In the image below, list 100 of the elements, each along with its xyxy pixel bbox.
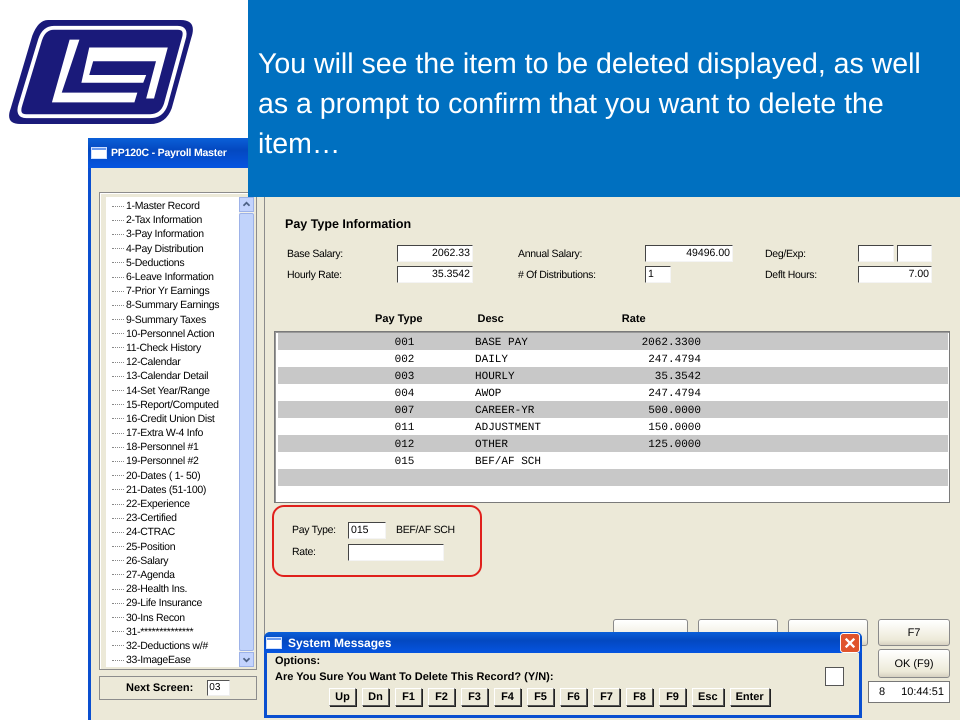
key-button[interactable]: Esc bbox=[692, 688, 724, 706]
column-header: Rate bbox=[622, 313, 646, 327]
tree-item[interactable]: 9-Summary Taxes bbox=[126, 314, 206, 326]
tree-item[interactable]: 19-Personnel #2 bbox=[126, 455, 199, 468]
tree-item[interactable]: 8-Summary Earnings bbox=[126, 299, 220, 312]
next-screen-label: Next Screen: bbox=[126, 682, 194, 694]
window-title: PP120C - Payroll Master bbox=[111, 147, 227, 159]
confirm-question: Are You Sure You Want To Delete This Record? (Y/N): bbox=[275, 670, 554, 682]
field-label: Annual Salary: bbox=[518, 248, 584, 260]
options-label: Options: bbox=[275, 655, 322, 667]
tree-item[interactable]: 15-Report/Computed bbox=[126, 398, 219, 411]
input-field[interactable] bbox=[348, 544, 444, 560]
key-button[interactable]: Enter bbox=[730, 688, 770, 706]
tree-item[interactable]: 29-Life Insurance bbox=[126, 597, 202, 610]
key-button[interactable]: F1 bbox=[395, 688, 422, 706]
tree-item[interactable]: 3-Pay Information bbox=[126, 228, 204, 240]
tree-item[interactable]: 27-Agenda bbox=[126, 568, 175, 581]
table-cell-text: 007 bbox=[394, 404, 416, 416]
next-screen-field[interactable]: 03 bbox=[207, 680, 230, 696]
tree-item[interactable]: 22-Experience bbox=[126, 498, 190, 510]
pay-type-list[interactable]: 001 BASE PAY 2062.3300 002 DAILY 247.4794 003 HOURLY 35.3542 004 AWOP 247.4794 007 CAREER-YR 500.0000 011 ADJUSTMENT 150.0000 012 OTHER 125.0000 015 BEF/AF SCH bbox=[274, 331, 950, 503]
input-field[interactable]: 1 bbox=[645, 266, 671, 283]
tree-item[interactable]: 21-Dates (51-100) bbox=[126, 484, 206, 496]
input-field[interactable]: 7.00 bbox=[858, 266, 932, 283]
table-cell-text: BEF/AF SCH bbox=[474, 456, 542, 468]
input-field[interactable]: 2062.33 bbox=[397, 245, 473, 262]
table-cell-text: 004 bbox=[394, 388, 416, 400]
tree-item[interactable]: 24-CTRAC bbox=[126, 526, 175, 538]
key-button[interactable]: F4 bbox=[494, 688, 521, 706]
table-cell-text: 015 bbox=[394, 456, 416, 468]
table-cell-text: 003 bbox=[394, 370, 416, 382]
input-field[interactable]: 35.3542 bbox=[397, 266, 473, 283]
field-label: Base Salary: bbox=[287, 248, 344, 260]
status-date: 8 bbox=[879, 686, 886, 698]
tree-item[interactable]: 11-Check History bbox=[126, 342, 201, 354]
function-button[interactable]: OK (F9) bbox=[878, 649, 950, 678]
table-cell-text: 150.0000 bbox=[647, 422, 701, 434]
tree-item[interactable]: 5-Deductions bbox=[126, 256, 184, 269]
input-field[interactable] bbox=[858, 245, 894, 262]
table-cell-text: ADJUSTMENT bbox=[474, 422, 542, 434]
dialog-title: System Messages bbox=[288, 636, 392, 650]
field-label: Hourly Rate: bbox=[287, 268, 343, 280]
key-button[interactable]: F6 bbox=[560, 688, 587, 706]
tree-item[interactable]: 30-Ins Recon bbox=[126, 612, 185, 624]
input-field[interactable] bbox=[896, 245, 932, 262]
table-cell-text: 001 bbox=[394, 336, 416, 348]
status-time: 10:44:51 bbox=[901, 686, 944, 698]
field-label: Deflt Hours: bbox=[765, 268, 818, 280]
field-label: # Of Distributions: bbox=[518, 268, 597, 280]
input-field[interactable]: 015 bbox=[348, 522, 386, 538]
tree-item[interactable]: 7-Prior Yr Earnings bbox=[126, 285, 210, 298]
key-button[interactable]: F7 bbox=[593, 688, 620, 706]
table-cell-text: HOURLY bbox=[474, 370, 516, 382]
table-cell-text: 35.3542 bbox=[654, 370, 701, 382]
table-cell-text: OTHER bbox=[474, 438, 510, 450]
key-button[interactable]: Dn bbox=[362, 688, 389, 706]
tree-item[interactable]: 1-Master Record bbox=[126, 200, 200, 212]
key-button[interactable]: F9 bbox=[659, 688, 686, 706]
tree-item[interactable]: 10-Personnel Action bbox=[126, 328, 214, 340]
callout-text: You will see the item to be deleted displayed, as well as a prompt to confirm that you want to delete the item… bbox=[258, 47, 922, 162]
tree-item[interactable]: 31-************** bbox=[126, 626, 194, 638]
window-icon bbox=[91, 147, 107, 159]
tree-item[interactable]: 13-Calendar Detail bbox=[126, 370, 208, 382]
table-cell-text: AWOP bbox=[474, 388, 502, 400]
tree-item[interactable]: 4-Pay Distribution bbox=[126, 242, 204, 255]
column-header: Desc bbox=[478, 313, 504, 327]
tree-item[interactable]: 2-Tax Information bbox=[126, 214, 202, 226]
section-title: Pay Type Information bbox=[285, 216, 412, 233]
close-icon[interactable] bbox=[840, 632, 860, 652]
tree-item[interactable]: 17-Extra W-4 Info bbox=[126, 427, 203, 440]
tree-item[interactable]: 26-Salary bbox=[126, 554, 168, 567]
input-field[interactable]: 49496.00 bbox=[645, 245, 733, 262]
scroll-down-icon[interactable] bbox=[239, 652, 254, 667]
table-cell-text: BASE PAY bbox=[474, 336, 529, 348]
tree-item[interactable]: 32-Deductions w/# bbox=[126, 640, 208, 652]
tree-item[interactable]: 6-Leave Information bbox=[126, 271, 214, 284]
table-cell-text: 2062.3300 bbox=[640, 336, 701, 348]
key-button[interactable]: F5 bbox=[527, 688, 554, 706]
tree-item[interactable]: 25-Position bbox=[126, 540, 176, 553]
tree-item[interactable]: 33-ImageEase bbox=[126, 654, 191, 666]
tree-item[interactable]: 23-Certified bbox=[126, 512, 177, 524]
scroll-up-icon[interactable] bbox=[239, 197, 254, 212]
pay-type-description: BEF/AF SCH bbox=[395, 524, 456, 536]
field-label: Deg/Exp: bbox=[765, 248, 807, 260]
answer-box[interactable] bbox=[825, 667, 844, 686]
field-label: Rate: bbox=[292, 546, 317, 558]
tree-item[interactable]: 20-Dates ( 1- 50) bbox=[126, 470, 200, 482]
key-button[interactable]: F2 bbox=[428, 688, 455, 706]
table-cell-text: CAREER-YR bbox=[474, 404, 536, 416]
key-button[interactable]: F8 bbox=[626, 688, 653, 706]
tree-item[interactable]: 12-Calendar bbox=[126, 356, 180, 368]
tree-item[interactable]: 14-Set Year/Range bbox=[126, 384, 210, 397]
key-button[interactable]: Up bbox=[329, 688, 356, 706]
tree-item[interactable]: 16-Credit Union Dist bbox=[126, 412, 215, 425]
tree-item[interactable]: 18-Personnel #1 bbox=[126, 441, 199, 454]
key-button[interactable]: F3 bbox=[461, 688, 488, 706]
function-button[interactable]: F7 bbox=[878, 619, 950, 646]
table-cell-text: 247.4794 bbox=[647, 354, 701, 366]
table-cell-text: 247.4794 bbox=[647, 388, 701, 400]
tree-item[interactable]: 28-Health Ins. bbox=[126, 583, 188, 596]
